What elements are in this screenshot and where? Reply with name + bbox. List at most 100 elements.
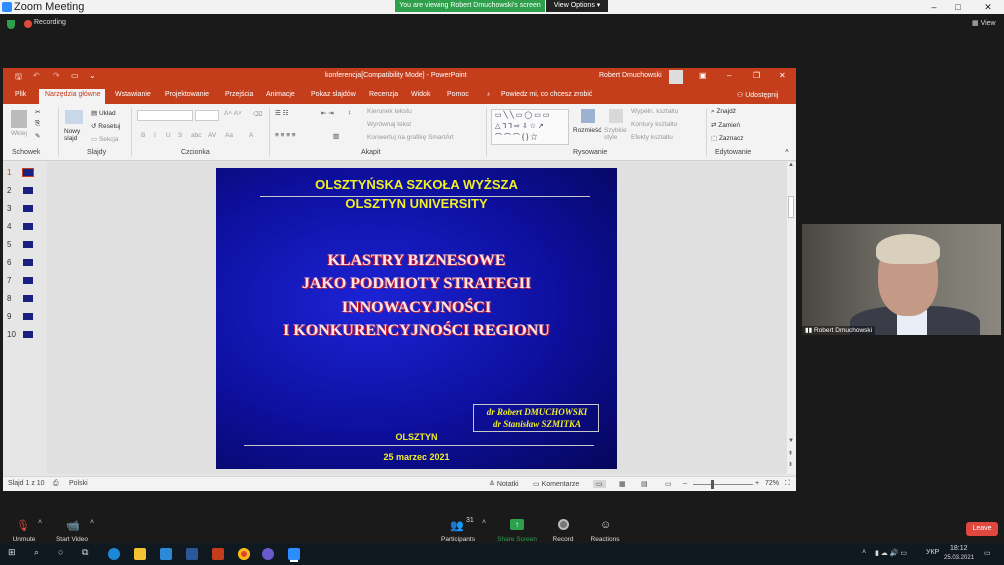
replace-button[interactable]: ⇄ Zamień: [711, 121, 740, 129]
chrome-icon[interactable]: [238, 548, 250, 560]
normal-view-icon[interactable]: ▭: [593, 480, 606, 488]
ppt-minimize-button[interactable]: –: [727, 71, 731, 80]
paste-button[interactable]: Wklej: [11, 130, 27, 137]
arrange-icon[interactable]: [581, 109, 595, 123]
viber-icon[interactable]: [262, 548, 274, 560]
reactions-icon[interactable]: ☺: [600, 519, 611, 531]
reading-view-icon[interactable]: ▤: [641, 480, 648, 488]
layout-button[interactable]: ▤ Układ: [91, 109, 116, 117]
shield-icon[interactable]: [7, 20, 15, 29]
char-spacing-icon[interactable]: AV: [208, 132, 216, 139]
align-icons[interactable]: ≡ ≡ ≡ ≡: [275, 132, 296, 139]
slide-thumbnail[interactable]: [23, 241, 33, 248]
zoom-taskbar-icon[interactable]: [288, 548, 300, 560]
font-size-buttons[interactable]: A˄ A˅: [224, 110, 242, 117]
search-icon[interactable]: ⌕: [34, 547, 39, 558]
shapes-gallery[interactable]: ▭ ╲ ╲ ▭ ◯ ▭ ▭ △ ⅂ ⅂ ⇨ ⇩ ☆ ↗ ⌒ ⌒ ⌒ { } ☆: [491, 109, 569, 145]
comments-button[interactable]: ▭ Komentarze: [533, 480, 579, 488]
fit-to-window-icon[interactable]: ⛶: [785, 480, 790, 488]
arrange-button[interactable]: Rozmieść: [573, 127, 602, 134]
record-button[interactable]: Record: [548, 536, 578, 543]
ppt-close-button[interactable]: ✕: [779, 71, 786, 80]
font-size-input[interactable]: [195, 110, 219, 121]
unmute-button[interactable]: Unmute: [10, 536, 38, 543]
shape-effects-button[interactable]: Efekty kształtu: [631, 134, 673, 141]
slide-thumbnail[interactable]: [22, 168, 34, 177]
record-icon[interactable]: [558, 519, 569, 530]
font-color-icon[interactable]: A: [249, 132, 253, 139]
clock-time[interactable]: 18:12: [950, 545, 968, 552]
smartart-button[interactable]: Konwertuj na grafikę SmartArt: [367, 134, 454, 141]
underline-button[interactable]: U: [166, 132, 171, 139]
video-off-icon[interactable]: 📹: [66, 519, 80, 532]
file-explorer-icon[interactable]: [134, 548, 146, 560]
columns-icon[interactable]: ▥: [333, 132, 339, 140]
tab-pomoc[interactable]: Pomoc: [447, 91, 469, 98]
font-name-input[interactable]: [137, 110, 193, 121]
slide-thumbnail[interactable]: [23, 223, 33, 230]
view-button[interactable]: ▦ View: [972, 19, 996, 27]
slide-thumbnail[interactable]: [23, 205, 33, 212]
powerpoint-icon[interactable]: [212, 548, 224, 560]
vertical-scrollbar[interactable]: ▲ ▼ ⇞ ⇟: [787, 162, 796, 474]
minimize-button[interactable]: –: [924, 0, 944, 14]
zoom-out-icon[interactable]: –: [683, 480, 687, 487]
shadow-button[interactable]: S: [178, 132, 182, 139]
scroll-up-icon[interactable]: ▲: [788, 162, 794, 168]
scrollbar-thumb[interactable]: [788, 196, 794, 218]
leave-button[interactable]: Leave: [966, 522, 998, 536]
notifications-icon[interactable]: ▭: [984, 549, 991, 557]
start-slideshow-icon[interactable]: ▭: [71, 71, 79, 80]
find-button[interactable]: ⌕ Znajdź: [711, 108, 736, 116]
tell-me-search[interactable]: Powiedz mi, co chcesz zrobić: [501, 91, 592, 98]
undo-icon[interactable]: ↶: [33, 71, 40, 80]
user-avatar[interactable]: [669, 70, 683, 84]
cortana-icon[interactable]: ○: [58, 547, 63, 557]
slide-thumbnail[interactable]: [23, 187, 33, 194]
current-slide[interactable]: OLSZTYŃSKA SZKOŁA WYŻSZA OLSZTYN UNIVERS…: [216, 168, 617, 469]
slide-thumbnail[interactable]: [23, 313, 33, 320]
keyboard-language[interactable]: УКР: [926, 549, 939, 556]
edge-icon[interactable]: [108, 548, 120, 560]
word-icon[interactable]: [186, 548, 198, 560]
close-button[interactable]: ✕: [978, 0, 998, 14]
language-status[interactable]: Polski: [69, 480, 88, 487]
next-slide-icon[interactable]: ⇟: [788, 461, 793, 468]
quick-styles-button[interactable]: Szybkie style: [604, 127, 630, 141]
video-options-chevron-icon[interactable]: ˄: [90, 519, 94, 531]
participants-icon[interactable]: 👥: [450, 519, 464, 532]
zoom-level[interactable]: 72%: [765, 480, 779, 487]
tab-przejscia[interactable]: Przejścia: [225, 91, 253, 98]
participants-button[interactable]: Participants: [438, 536, 478, 543]
tab-plik[interactable]: Plik: [15, 91, 26, 98]
tab-wstawianie[interactable]: Wstawianie: [115, 91, 151, 98]
indent-icons[interactable]: ⇤ ⇥: [321, 109, 334, 117]
change-case-icon[interactable]: Aa: [225, 132, 233, 139]
slide-thumbnail[interactable]: [23, 259, 33, 266]
start-menu-icon[interactable]: ⊞: [8, 547, 16, 558]
new-slide-button[interactable]: Nowy slajd: [64, 128, 86, 142]
shape-outline-button[interactable]: Kontury kształtu: [631, 121, 677, 128]
save-icon[interactable]: 🖫: [15, 71, 22, 85]
strikethrough-button[interactable]: abc: [191, 132, 201, 139]
paste-icon[interactable]: [11, 110, 27, 128]
clock-date[interactable]: 25.03.2021: [944, 555, 974, 561]
quick-styles-icon[interactable]: [609, 109, 623, 123]
zoom-slider-thumb[interactable]: [711, 480, 714, 489]
align-text-button[interactable]: Wyrównaj tekst: [367, 121, 411, 128]
clear-formatting-icon[interactable]: ⌫: [253, 110, 262, 118]
audio-options-chevron-icon[interactable]: ˄: [38, 519, 42, 531]
bold-button[interactable]: B: [141, 132, 145, 139]
slide-thumbnail[interactable]: [23, 331, 33, 338]
slideshow-view-icon[interactable]: ▭: [665, 480, 672, 488]
section-button[interactable]: ▭ Sekcja: [91, 135, 118, 143]
zoom-in-icon[interactable]: +: [755, 480, 759, 487]
calendar-icon[interactable]: [160, 548, 172, 560]
text-direction-button[interactable]: Kierunek tekstu: [367, 108, 412, 115]
tab-animacje[interactable]: Animacje: [266, 91, 295, 98]
ribbon-display-icon[interactable]: ▣: [699, 71, 707, 80]
share-screen-icon[interactable]: ↑: [510, 519, 524, 530]
participant-video[interactable]: ▮▮ Robert Dmuchowski: [802, 224, 1001, 335]
cut-icon[interactable]: ✂: [35, 108, 40, 116]
share-button[interactable]: ⚇ Udostępnij: [737, 91, 778, 99]
